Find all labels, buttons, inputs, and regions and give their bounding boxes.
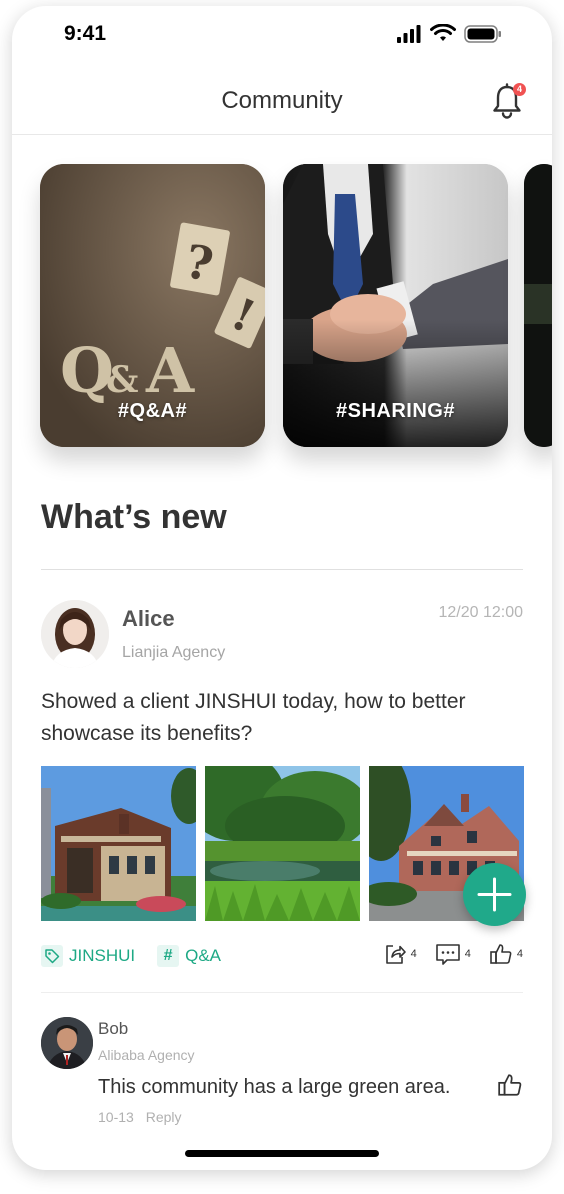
reply-link[interactable]: Reply: [146, 1109, 182, 1125]
avatar[interactable]: [41, 600, 109, 668]
status-icons: [396, 24, 502, 43]
share-button[interactable]: 4: [383, 942, 417, 966]
alice-avatar-image: [41, 600, 109, 668]
bob-avatar-image: [41, 1017, 93, 1069]
avatar[interactable]: [41, 1017, 93, 1069]
plus-icon: [477, 877, 512, 912]
post-agency: Lianjia Agency: [122, 644, 226, 661]
thumbs-up-icon: [490, 944, 512, 964]
home-indicator[interactable]: [185, 1150, 379, 1157]
share-count: 4: [410, 948, 417, 960]
topic-card-partial[interactable]: [524, 164, 552, 447]
post-actions: 4 4 4: [383, 942, 523, 966]
post-timestamp: 12/20 12:00: [438, 604, 523, 621]
topic-card-qa[interactable]: ? ! Q & A #Q&A#: [40, 164, 265, 447]
notification-badge: 4: [513, 83, 526, 96]
tag-label: JINSHUI: [69, 946, 136, 965]
comment-date: 10-13: [98, 1109, 134, 1125]
garden-photo: [205, 766, 360, 921]
status-time: 9:41: [64, 22, 107, 45]
tag-label: Q&A: [185, 946, 222, 965]
topic-carousel[interactable]: ? ! Q & A #Q&A# #SHARING#: [40, 164, 552, 448]
post-photos: [41, 766, 524, 922]
topic-label: #SHARING#: [336, 400, 455, 422]
comment-like-button[interactable]: [497, 1072, 523, 1103]
tag-icon: [41, 945, 63, 967]
phone-screen: 9:41 Community 4 ? ! Q & A #Q&A# #SHARIN…: [12, 6, 552, 1170]
comment-count: 4: [464, 948, 471, 960]
nav-header: Community 4: [12, 66, 552, 135]
like-button[interactable]: 4: [489, 942, 523, 966]
battery-icon: [464, 24, 501, 43]
topic-card-sharing[interactable]: #SHARING#: [283, 164, 508, 447]
hashtag-icon: #: [157, 945, 180, 967]
post-tags: JINSHUI # Q&A: [41, 942, 221, 970]
svg-text:A: A: [145, 334, 195, 407]
post-photo[interactable]: [205, 766, 360, 921]
comment-body: This community has a large green area.: [98, 1076, 451, 1098]
tag-chip-jinshui[interactable]: JINSHUI: [41, 942, 135, 970]
like-count: 4: [516, 948, 523, 960]
comment-meta: 10-13 Reply: [98, 1109, 190, 1125]
signal-icon: [397, 24, 421, 43]
page-title: Community: [221, 87, 343, 114]
section-divider: [41, 569, 523, 570]
comment-button[interactable]: 4: [435, 942, 471, 966]
notification-button[interactable]: 4: [488, 82, 526, 120]
comment-icon: [435, 944, 460, 965]
comment-agency: Alibaba Agency: [98, 1047, 195, 1063]
tag-chip-qa[interactable]: # Q&A: [157, 942, 221, 970]
post-author[interactable]: Alice: [122, 606, 175, 632]
wifi-icon: [430, 24, 456, 41]
partial-card-image: [524, 164, 552, 447]
comment-author[interactable]: Bob: [98, 1019, 128, 1039]
status-bar: 9:41: [12, 6, 552, 66]
house-photo: [41, 766, 196, 921]
share-icon: [385, 945, 406, 964]
topic-label: #Q&A#: [117, 400, 188, 422]
thumbs-up-icon: [498, 1074, 522, 1096]
create-post-button[interactable]: [463, 863, 526, 926]
post-body: Showed a client JINSHUI today, how to be…: [41, 690, 466, 745]
svg-text:&: &: [106, 359, 139, 401]
post-photo[interactable]: [41, 766, 196, 921]
comment-divider: [41, 992, 523, 993]
section-title: What’s new: [41, 498, 227, 536]
